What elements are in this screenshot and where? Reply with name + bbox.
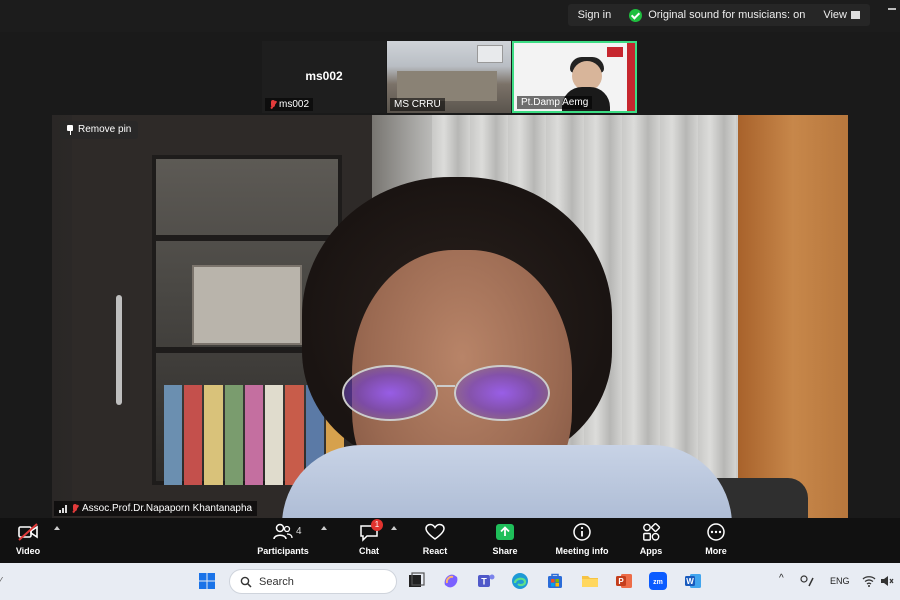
thumbnail-ms002[interactable]: ms002 ms002	[262, 41, 386, 113]
cabinet-handle	[116, 295, 122, 405]
share-screen-icon	[496, 524, 514, 540]
svg-text:T: T	[481, 577, 487, 587]
word-icon[interactable]: W	[683, 571, 703, 591]
apps-label: Apps	[639, 546, 663, 556]
participants-button[interactable]: Participants	[248, 522, 318, 560]
connection-signal-icon	[59, 504, 67, 513]
svg-text:W: W	[686, 577, 694, 586]
shield-check-icon	[629, 8, 643, 22]
original-sound-status[interactable]: Original sound for musicians: on	[648, 9, 805, 21]
meeting-table	[397, 71, 497, 101]
mic-muted-icon	[71, 503, 78, 514]
meeting-controls: Video Participants 4 1 Chat React Share …	[0, 518, 900, 563]
store-icon[interactable]	[545, 571, 565, 591]
location-pen-icon[interactable]	[799, 574, 815, 588]
svg-text:P: P	[618, 577, 624, 586]
room-screen	[477, 45, 503, 63]
participants-count: 4	[296, 526, 302, 537]
chat-options-caret[interactable]	[391, 526, 397, 530]
tray-chevron-up-icon[interactable]: ^	[779, 573, 784, 584]
view-button[interactable]: View	[823, 9, 860, 21]
participants-label: Participants	[257, 546, 309, 556]
more-label: More	[705, 546, 727, 556]
zoom-app-icon[interactable]: zm	[648, 571, 668, 591]
chat-label: Chat	[359, 546, 379, 556]
eyeglasses	[342, 365, 552, 425]
taskbar-search-box[interactable]: Search	[229, 569, 397, 594]
search-icon	[240, 576, 252, 588]
svg-text:zm: zm	[653, 579, 663, 586]
main-video-feed[interactable]: Remove pin Assoc.Prof.Dr.Napaporn Khanta…	[52, 115, 848, 518]
more-button[interactable]: More	[681, 522, 751, 560]
thumbnail-name-tag: ms002	[265, 98, 314, 111]
input-language[interactable]: ENG	[830, 576, 850, 586]
wooden-panel	[738, 115, 848, 518]
thumbnail-name: Pt.Damp Aemg	[521, 97, 589, 108]
meeting-info-label: Meeting info	[555, 546, 609, 556]
volume-muted-icon[interactable]	[880, 574, 894, 588]
thumbnail-center-name: ms002	[305, 69, 343, 83]
main-participant-name: Assoc.Prof.Dr.Napaporn Khantanapha	[82, 503, 253, 514]
video-options-caret[interactable]	[54, 526, 60, 530]
windows-taskbar: ⁄ Search T P zm W ^ ENG	[0, 563, 900, 600]
thumbnail-ms-crru[interactable]: MS CRRU	[387, 41, 511, 113]
participants-icon	[273, 523, 293, 540]
remove-pin-button[interactable]: Remove pin	[60, 121, 139, 139]
powerpoint-icon[interactable]: P	[614, 571, 634, 591]
info-icon	[573, 523, 591, 541]
shelf	[152, 235, 342, 241]
shelf-box	[192, 265, 302, 345]
thumbnail-name: ms002	[279, 99, 310, 110]
chat-icon-wrap: 1	[358, 519, 383, 542]
grid-view-icon	[851, 11, 860, 19]
widgets-edge: ⁄	[0, 576, 2, 587]
mic-muted-icon	[269, 99, 276, 110]
heart-icon	[425, 523, 445, 540]
chat-unread-badge: 1	[371, 519, 383, 531]
background-banner	[627, 43, 635, 111]
minimize-icon[interactable]	[888, 8, 896, 10]
video-label: Video	[15, 546, 41, 556]
thumbnail-name: MS CRRU	[394, 99, 441, 110]
file-explorer-icon[interactable]	[580, 571, 600, 591]
thumbnail-name-tag: Pt.Damp Aemg	[517, 96, 593, 109]
wifi-icon[interactable]	[862, 574, 876, 588]
pin-icon	[67, 125, 73, 135]
remove-pin-label: Remove pin	[78, 124, 132, 135]
apps-icon	[643, 522, 661, 541]
share-button[interactable]: Share	[470, 522, 540, 560]
react-label: React	[422, 546, 448, 556]
task-view-icon[interactable]	[406, 571, 426, 591]
top-status-group: Sign in Original sound for musicians: on…	[567, 4, 870, 26]
participants-options-caret[interactable]	[321, 526, 327, 530]
zoom-top-bar: Sign in Original sound for musicians: on…	[0, 0, 900, 32]
windows-start-icon[interactable]	[197, 571, 217, 591]
more-icon	[707, 523, 725, 541]
thumbnail-name-tag: MS CRRU	[390, 98, 445, 111]
apps-button[interactable]: Apps	[616, 522, 686, 560]
teams-icon[interactable]: T	[476, 571, 496, 591]
edge-browser-icon[interactable]	[510, 571, 530, 591]
video-off-icon	[18, 523, 38, 541]
participant-blouse	[282, 445, 732, 518]
share-label: Share	[492, 546, 518, 556]
thumbnail-pt-damp[interactable]: Pt.Damp Aemg	[512, 41, 637, 113]
search-placeholder: Search	[259, 575, 294, 588]
org-logo	[607, 47, 623, 57]
meeting-info-button[interactable]: Meeting info	[547, 522, 617, 560]
main-participant-name-tag: Assoc.Prof.Dr.Napaporn Khantanapha	[54, 501, 258, 516]
react-button[interactable]: React	[400, 522, 470, 560]
sign-in-link[interactable]: Sign in	[578, 9, 612, 21]
view-label: View	[823, 9, 847, 21]
copilot-icon[interactable]	[441, 571, 461, 591]
